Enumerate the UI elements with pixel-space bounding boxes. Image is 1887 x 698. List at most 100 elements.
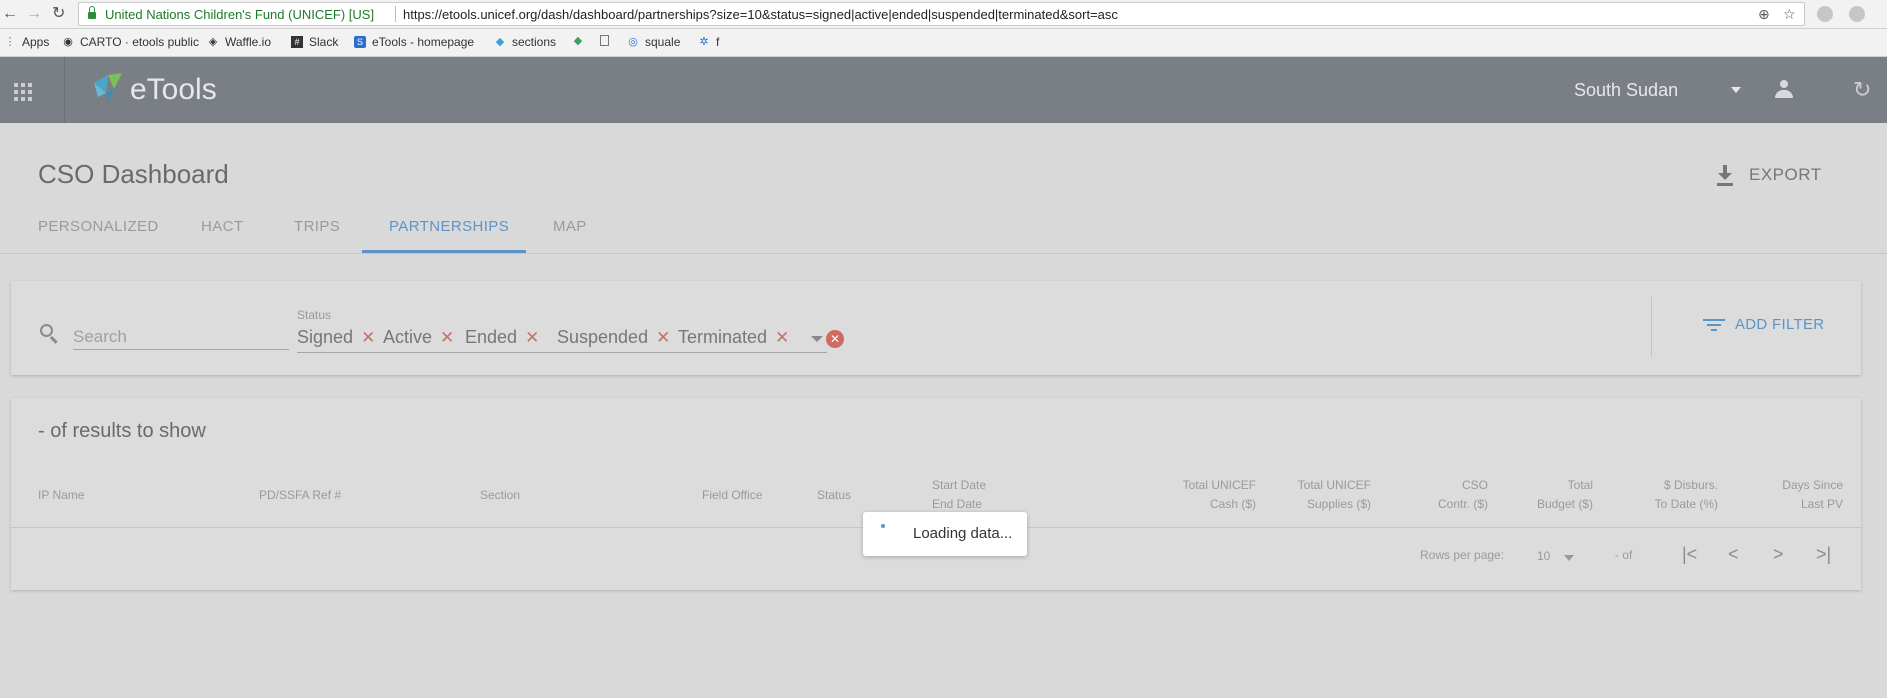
bookmark-f[interactable]: ✲ f — [698, 35, 719, 49]
results-count: - of results to show — [38, 420, 206, 442]
etools-icon: ◆ — [495, 36, 505, 48]
bookmark-sections[interactable]: ◆ sections — [494, 35, 556, 49]
column-header-days-since-pv[interactable]: Days Since Last PV — [1718, 476, 1843, 514]
status-filter-label: Status — [297, 308, 332, 322]
bookmark-etools-homepage[interactable]: SeTools - homepage — [354, 35, 474, 49]
site-identity[interactable]: United Nations Children's Fund (UNICEF) … — [105, 7, 374, 22]
loading-text: Loading data... — [913, 525, 1013, 542]
url-field[interactable]: United Nations Children's Fund (UNICEF) … — [78, 2, 1805, 26]
column-header-unicef-supplies[interactable]: Total UNICEF Supplies ($) — [1256, 476, 1371, 514]
bookmark-star-icon[interactable]: ☆ — [1783, 6, 1796, 23]
previous-page-icon[interactable]: < — [1728, 544, 1739, 565]
status-chip-signed: Signed ✕ — [297, 327, 376, 348]
column-header-total-budget[interactable]: Total Budget ($) — [1488, 476, 1593, 514]
loading-indicator: Loading data... — [863, 512, 1027, 556]
user-profile-icon[interactable] — [1774, 79, 1794, 99]
tabs-divider — [0, 253, 1887, 254]
refresh-icon[interactable]: ↻ — [1853, 77, 1871, 103]
page-title: CSO Dashboard — [38, 159, 229, 189]
status-chip-terminated: Terminated ✕ — [678, 327, 790, 348]
url-text[interactable]: https://etools.unicef.org/dash/dashboard… — [403, 7, 1118, 22]
status-chip-active: Active ✕ — [383, 327, 455, 348]
tab-partnerships[interactable]: PARTNERSHIPS — [389, 218, 509, 235]
dashboard-tabs: PERSONALIZED HACT TRIPS PARTNERSHIPS MAP — [0, 212, 1887, 254]
zoom-icon[interactable]: ⊕ — [1758, 6, 1770, 23]
download-icon — [1715, 163, 1735, 187]
filter-divider — [1651, 297, 1652, 357]
back-arrow-icon[interactable]: ← — [2, 5, 18, 23]
forward-arrow-icon[interactable]: → — [26, 5, 42, 23]
tab-hact[interactable]: HACT — [201, 218, 243, 235]
status-filter-dropdown[interactable]: Signed ✕ Active ✕ Ended ✕ Suspended ✕ Termin… — [297, 325, 827, 353]
apps-icon: ⋮ — [4, 36, 16, 48]
rows-per-page-label: Rows per page: — [1420, 548, 1505, 562]
column-header-ref[interactable]: PD/SSFA Ref # — [259, 486, 341, 505]
chevron-down-icon[interactable] — [1731, 87, 1741, 93]
column-header-end-date[interactable]: End Date — [932, 495, 982, 508]
rows-per-page-select[interactable]: 10 — [1537, 549, 1550, 563]
header-divider — [64, 57, 65, 123]
extension-icon[interactable] — [1817, 6, 1833, 22]
bookmark-page[interactable] — [600, 35, 615, 46]
squale-icon: ◎ — [628, 36, 638, 48]
bookmark-squale[interactable]: ◎ squale — [627, 35, 680, 49]
lock-icon — [88, 6, 96, 19]
add-filter-label: ADD FILTER — [1735, 316, 1825, 333]
status-chip-suspended: Suspended ✕ — [557, 327, 671, 348]
export-button[interactable]: EXPORT — [1715, 163, 1822, 187]
etools-icon: ◆ — [573, 35, 583, 47]
next-page-icon[interactable]: > — [1773, 544, 1784, 565]
etools-icon: S — [354, 36, 366, 48]
etools-logo-icon — [94, 73, 122, 103]
tab-map[interactable]: MAP — [553, 218, 587, 235]
filter-list-icon — [1703, 317, 1725, 333]
column-header-start-date[interactable]: Start Date — [932, 476, 986, 495]
bookmark-slack[interactable]: # Slack — [291, 35, 338, 49]
last-page-icon[interactable]: >| — [1816, 544, 1831, 565]
bookmark-carto[interactable]: ◉ CARTO · etools public — [62, 35, 199, 49]
pagination-range: - of — [1615, 548, 1633, 562]
bookmarks-bar: ⋮ Apps ◉ CARTO · etools public ◈ Waffle.io … — [0, 29, 1887, 57]
chevron-down-icon[interactable] — [1564, 555, 1574, 561]
column-header-cso-contr[interactable]: CSO Contr. ($) — [1371, 476, 1488, 514]
search-input[interactable] — [73, 324, 289, 350]
chevron-down-icon[interactable] — [811, 336, 823, 342]
column-header-disbursed[interactable]: $ Disburs. To Date (%) — [1593, 476, 1718, 514]
clear-filter-icon[interactable]: ✕ — [826, 330, 844, 348]
bookmark-apps[interactable]: ⋮ Apps — [4, 35, 50, 49]
column-header-field-office[interactable]: Field Office — [702, 486, 762, 505]
bookmark-waffle[interactable]: ◈ Waffle.io — [207, 35, 271, 49]
status-chip-ended: Ended ✕ — [465, 327, 540, 348]
spinner-icon — [881, 524, 885, 528]
carto-icon: ◉ — [63, 36, 73, 48]
country-selector[interactable]: South Sudan — [1574, 80, 1678, 101]
column-header-unicef-cash[interactable]: Total UNICEF Cash ($) — [1121, 476, 1256, 514]
page-icon — [600, 35, 609, 46]
bookmark-etools[interactable]: ◆ — [572, 35, 590, 47]
results-panel: - of results to show IP Name PD/SSFA Ref… — [11, 398, 1861, 590]
remove-chip-icon[interactable]: ✕ — [440, 328, 454, 348]
column-header-section[interactable]: Section — [480, 486, 520, 505]
url-divider — [395, 6, 396, 22]
remove-chip-icon[interactable]: ✕ — [361, 328, 375, 348]
tab-personalized[interactable]: PERSONALIZED — [38, 218, 159, 235]
tab-trips[interactable]: TRIPS — [294, 218, 340, 235]
export-label: EXPORT — [1749, 165, 1822, 184]
browser-address-bar: ← → ↻ United Nations Children's Fund (UN… — [0, 0, 1887, 29]
add-filter-button[interactable]: ADD FILTER — [1703, 316, 1824, 333]
slack-icon: # — [291, 36, 303, 48]
app-menu-grid-icon[interactable] — [14, 83, 32, 101]
app-header: eTools South Sudan ↻ — [0, 57, 1887, 123]
remove-chip-icon[interactable]: ✕ — [525, 328, 539, 348]
search-icon — [39, 323, 61, 345]
column-header-status[interactable]: Status — [817, 486, 851, 505]
extension-icon[interactable] — [1849, 6, 1865, 22]
remove-chip-icon[interactable]: ✕ — [656, 328, 670, 348]
reload-icon[interactable]: ↻ — [52, 5, 65, 23]
filter-panel: Status Signed✕ Active✕ Ended✕ Suspended✕… — [11, 281, 1861, 375]
remove-chip-icon[interactable]: ✕ — [775, 328, 789, 348]
first-page-icon[interactable]: |< — [1682, 544, 1697, 565]
app-logo-text[interactable]: eTools — [130, 73, 217, 107]
waffle-icon: ◈ — [208, 36, 218, 48]
column-header-ip-name[interactable]: IP Name — [38, 486, 84, 505]
